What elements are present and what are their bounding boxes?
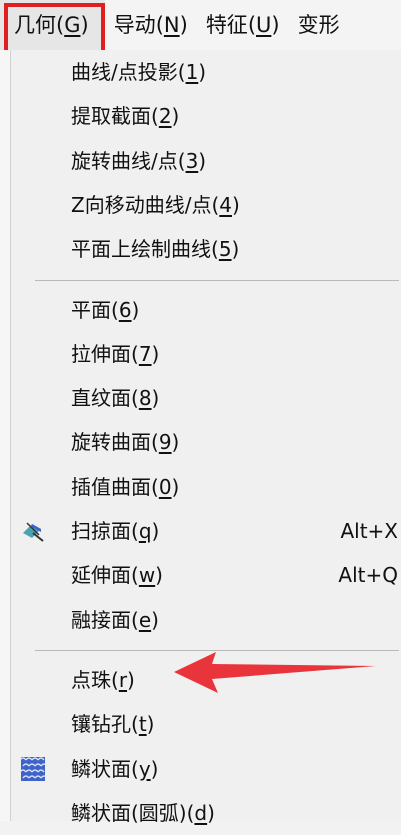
label-text: 直纹面 <box>71 386 131 411</box>
access-key: G <box>64 13 81 37</box>
menu-item-label: 平面上绘制曲线(5) <box>71 237 240 262</box>
menu-separator <box>35 279 399 281</box>
label-text: 平面上绘制曲线 <box>71 237 211 262</box>
label-text: 插值曲面 <box>71 474 151 499</box>
access-key: 7 <box>138 341 152 366</box>
item-interpolate-surface[interactable]: 插值曲面(0) <box>11 465 401 509</box>
item-extract-section[interactable]: 提取截面(2) <box>11 94 401 138</box>
item-ruled-surface[interactable]: 直纹面(8) <box>11 376 401 420</box>
item-z-move-curve-point[interactable]: Z向移动曲线/点(4) <box>11 183 401 227</box>
label-text: 扫掠面 <box>71 519 131 543</box>
menu-item-label: 鳞状面(y) <box>71 756 159 781</box>
item-curve-point-projection[interactable]: 曲线/点投影(1) <box>11 50 401 94</box>
label-text: 鳞状面 <box>71 756 131 781</box>
menu-item-label: 点珠(r) <box>71 667 135 692</box>
access-key: w <box>138 563 156 588</box>
access-key: 4 <box>219 192 232 217</box>
label-text: 镶钻孔 <box>71 712 131 737</box>
menu-item-label: 曲线/点投影(1) <box>71 60 207 84</box>
menu-item-label: 提取截面(2) <box>71 104 180 129</box>
item-revolve-surface[interactable]: 旋转曲面(9) <box>11 420 401 464</box>
shortcut-label: Alt+Q <box>338 563 398 588</box>
label-text: 拉伸面 <box>71 341 131 366</box>
access-key: e <box>138 607 152 632</box>
item-blend-surface[interactable]: 融接面(e) <box>11 598 401 642</box>
menu-item-label: 鳞状面(圆弧)(d) <box>71 800 215 825</box>
menu-item-label: 旋转曲线/点(3) <box>71 148 207 173</box>
menu-separator <box>35 649 399 651</box>
access-key: 8 <box>138 386 152 411</box>
label-text: 几何 <box>14 13 56 37</box>
menu-deform[interactable]: 变形 <box>289 0 349 50</box>
scale-surface-icon <box>19 756 47 781</box>
access-key: 1 <box>185 60 199 84</box>
menu-item-label: 插值曲面(0) <box>71 474 180 499</box>
access-key: d <box>194 800 208 825</box>
sweep-surface-icon <box>23 522 44 542</box>
item-draw-curve-on-plane[interactable]: 平面上绘制曲线(5) <box>11 227 401 271</box>
left-strip <box>0 50 10 821</box>
access-key: U <box>256 13 272 37</box>
access-key: q <box>138 519 152 543</box>
access-key: N <box>163 13 180 37</box>
access-key: y <box>138 756 151 781</box>
label-text: 旋转曲面 <box>71 430 151 455</box>
access-key: r <box>118 667 128 692</box>
menu-bar: 几何(G) 导动(N) 特征(U) 变形 <box>0 0 401 54</box>
item-rotate-curve-point[interactable]: 旋转曲线/点(3) <box>11 139 401 183</box>
access-key: t <box>138 712 147 737</box>
access-key: 9 <box>158 430 172 455</box>
menu-item-label: 拉伸面(7) <box>71 341 160 366</box>
menu-item-label: 延伸面(w) <box>71 563 163 588</box>
access-key: 6 <box>118 297 132 322</box>
label-text: Z向移动曲线/点 <box>71 192 212 217</box>
item-inlay-drill-hole[interactable]: 镶钻孔(t) <box>11 702 401 746</box>
menu-feature[interactable]: 特征(U) <box>197 0 289 50</box>
label-text: 融接面 <box>71 607 131 632</box>
menu-item-label: 扫掠面(q) <box>71 519 160 543</box>
access-key: 5 <box>218 237 232 262</box>
menu-sweep[interactable]: 导动(N) <box>105 0 197 50</box>
item-scale-surface[interactable]: 鳞状面(y) <box>11 747 401 791</box>
label-text: 曲线/点投影 <box>71 60 178 84</box>
label-text: 平面 <box>71 297 111 322</box>
label-text: 延伸面 <box>71 563 131 588</box>
shortcut-label: Alt+X <box>340 519 398 543</box>
label-text: 旋转曲线/点 <box>71 148 178 173</box>
geometry-dropdown-menu: 曲线/点投影(1) 提取截面(2) 旋转曲线/点(3) Z向移动曲线/点(4) 平面上绘… <box>10 50 401 825</box>
menu-item-label: 旋转曲面(9) <box>71 430 180 455</box>
label-text: 鳞状面(圆弧) <box>71 800 187 825</box>
item-point-bead[interactable]: 点珠(r) <box>11 658 401 702</box>
access-key: 2 <box>158 104 172 129</box>
label-text: 导动 <box>113 13 156 37</box>
menu-item-label: 直纹面(8) <box>71 386 160 411</box>
item-extend-surface[interactable]: 延伸面(w) Alt+Q <box>11 553 401 597</box>
access-key: 0 <box>158 474 172 499</box>
label-text: 提取截面 <box>71 104 151 129</box>
item-plane[interactable]: 平面(6) <box>11 288 401 332</box>
item-extrude-surface[interactable]: 拉伸面(7) <box>11 332 401 376</box>
item-sweep-surface[interactable]: 扫掠面(q) Alt+X <box>11 509 401 553</box>
menu-item-label: 融接面(e) <box>71 607 159 632</box>
menu-geometry[interactable]: 几何(G) <box>0 0 105 54</box>
menu-item-label: Z向移动曲线/点(4) <box>71 192 240 217</box>
menu-item-label: 镶钻孔(t) <box>71 712 155 737</box>
label-text: 变形 <box>297 13 340 37</box>
label-text: 点珠 <box>71 667 111 692</box>
access-key: 3 <box>185 148 199 173</box>
menu-item-label: 平面(6) <box>71 297 140 322</box>
item-scale-surface-arc[interactable]: 鳞状面(圆弧)(d) <box>11 791 401 835</box>
label-text: 特征 <box>205 13 248 37</box>
